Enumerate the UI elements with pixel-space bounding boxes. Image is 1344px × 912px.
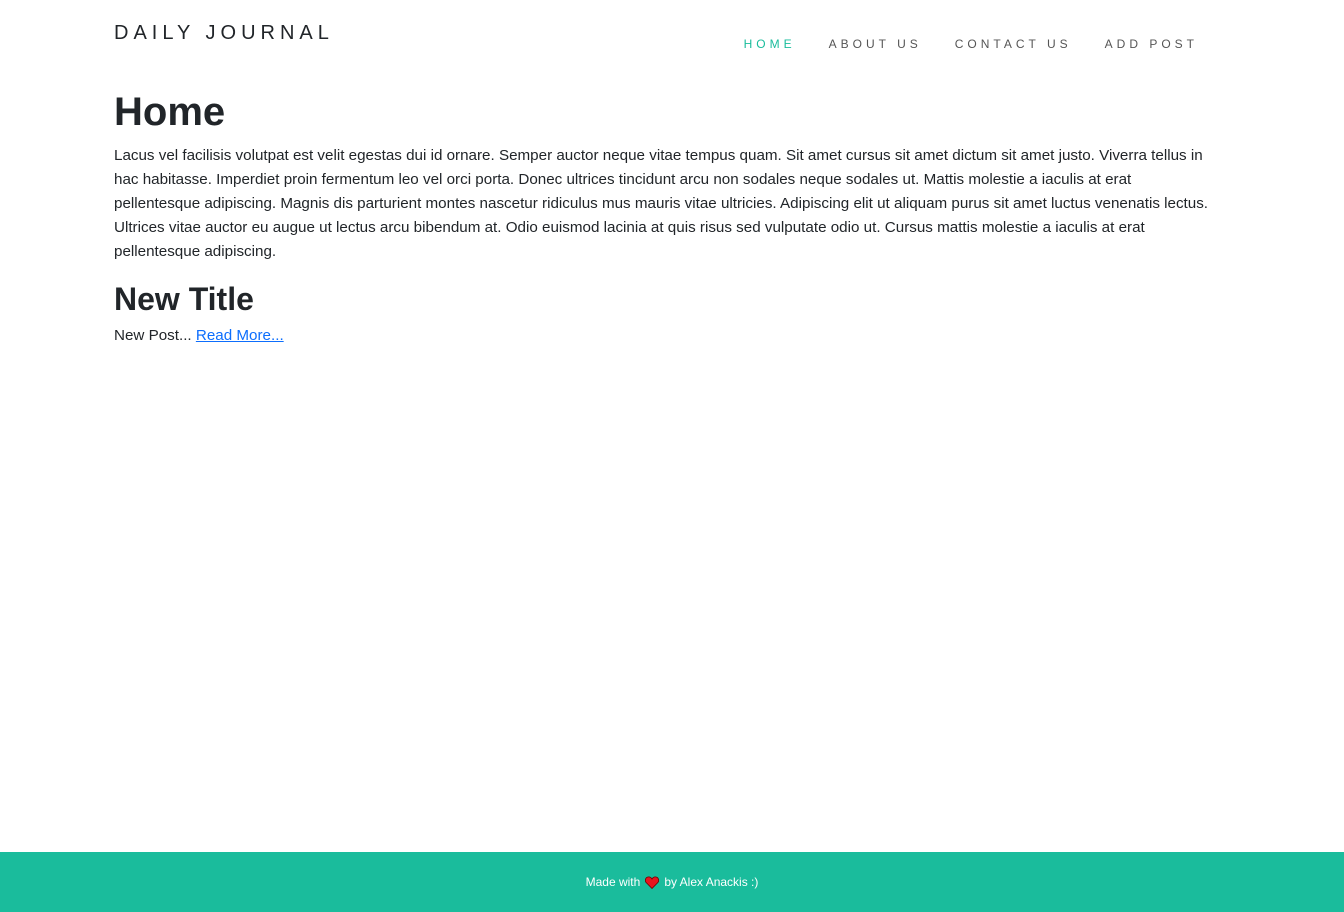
nav-link-about-us[interactable]: ABOUT US xyxy=(829,37,922,51)
page-title: Home xyxy=(114,90,226,134)
main-content: Home Lacus vel facilisis volutpat est ve… xyxy=(114,86,1218,348)
footer: Made with by Alex Anackis :) xyxy=(0,852,1344,912)
footer-author: by Alex Anackis :) xyxy=(664,875,759,889)
brand-logo[interactable]: DAILY JOURNAL xyxy=(114,22,334,45)
nav-item-contact: CONTACT US xyxy=(955,35,1072,53)
post-title: New Title xyxy=(114,281,254,317)
nav-item-add-post: ADD POST xyxy=(1105,35,1198,53)
footer-made-with: Made with xyxy=(585,875,641,889)
heart-icon xyxy=(645,876,660,889)
read-more-link[interactable]: Read More... xyxy=(196,327,284,344)
post-excerpt-line: New Post... Read More... xyxy=(114,324,1218,348)
nav-link-contact-us[interactable]: CONTACT US xyxy=(955,37,1072,51)
page: DAILY JOURNAL HOME ABOUT US CONTACT US A… xyxy=(0,0,1344,912)
main-nav: HOME ABOUT US CONTACT US ADD POST xyxy=(711,35,1198,53)
nav-item-home: HOME xyxy=(744,35,796,53)
nav-link-add-post[interactable]: ADD POST xyxy=(1105,37,1198,51)
intro-paragraph: Lacus vel facilisis volutpat est velit e… xyxy=(114,147,1209,260)
post-item: New Title New Post... Read More... xyxy=(114,278,1218,348)
nav-item-about: ABOUT US xyxy=(829,35,922,53)
nav-link-home[interactable]: HOME xyxy=(744,37,796,51)
post-excerpt: New Post... xyxy=(114,327,196,344)
